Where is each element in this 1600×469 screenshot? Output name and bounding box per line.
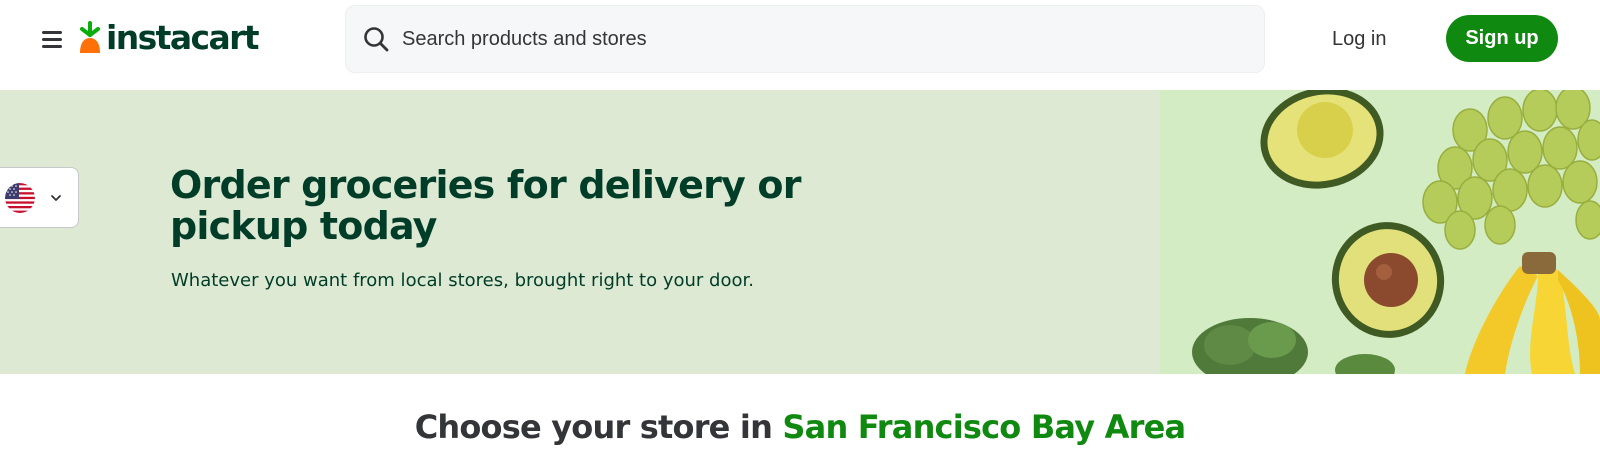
us-flag-icon — [5, 182, 35, 213]
instacart-logo[interactable]: instacart — [78, 18, 260, 58]
hero-subtitle: Whatever you want from local stores, bro… — [171, 270, 754, 291]
hero-title: Order groceries for delivery or pickup t… — [170, 163, 801, 248]
site-header: instacart Log in Sign up — [0, 0, 1600, 90]
store-heading-prefix: Choose your store in — [414, 408, 783, 446]
search-icon — [364, 27, 389, 52]
brand-name: instacart — [106, 18, 260, 57]
location-link[interactable]: San Francisco Bay Area — [782, 408, 1186, 446]
store-section-heading: Choose your store in San Francisco Bay A… — [0, 408, 1600, 446]
hero-banner: Order groceries for delivery or pickup t… — [0, 90, 1600, 374]
chevron-down-icon — [51, 194, 61, 201]
search-input[interactable] — [402, 19, 1222, 59]
carrot-logo-icon — [80, 21, 100, 53]
locale-selector[interactable] — [0, 167, 79, 228]
signup-button[interactable]: Sign up — [1446, 15, 1558, 62]
groceries-produce-image — [1160, 90, 1600, 374]
login-button[interactable]: Log in — [1318, 20, 1401, 58]
search-bar[interactable] — [345, 5, 1265, 73]
hamburger-menu-icon[interactable] — [38, 26, 66, 52]
